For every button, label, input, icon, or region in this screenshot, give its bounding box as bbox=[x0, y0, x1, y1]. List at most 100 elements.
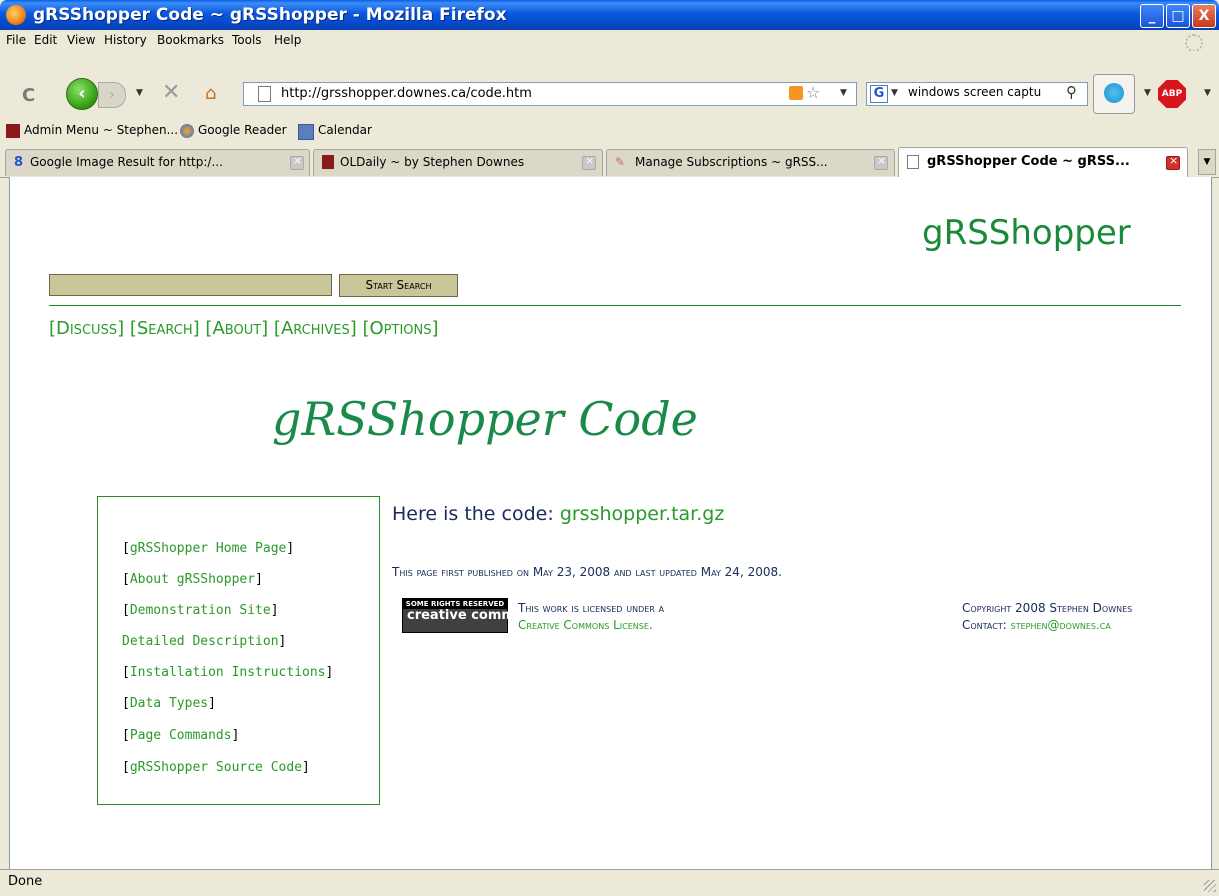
start-search-button[interactable]: Start Search bbox=[339, 274, 458, 297]
license-notice: This work is licensed under a Creative C… bbox=[518, 600, 664, 634]
url-text[interactable]: http://grsshopper.downes.ca/code.htm bbox=[281, 86, 532, 101]
sidebar-link[interactable]: About gRSShopper bbox=[130, 572, 255, 587]
url-dropdown-icon[interactable]: ▼ bbox=[840, 88, 847, 98]
stephen-favicon-icon bbox=[6, 124, 20, 138]
sidebar-link[interactable]: gRSShopper Source Code bbox=[130, 760, 302, 775]
site-brand[interactable]: gRSShopper bbox=[922, 213, 1131, 253]
sidebar-item-installation: [Installation Instructions] bbox=[122, 665, 334, 680]
google-icon[interactable]: G bbox=[870, 85, 888, 103]
sidebar-link[interactable]: Detailed Description bbox=[122, 634, 279, 649]
header-divider bbox=[49, 305, 1181, 306]
tab-grsshopper-code[interactable]: gRSShopper Code ~ gRSS... bbox=[898, 147, 1188, 178]
menu-file[interactable]: File bbox=[6, 33, 26, 47]
copyright-text: Copyright 2008 Stephen Downes bbox=[962, 601, 1133, 615]
title-bar: gRSShopper Code ~ gRSShopper - Mozilla F… bbox=[0, 0, 1219, 30]
magnifier-icon[interactable]: ⚲ bbox=[1066, 83, 1077, 101]
contact-label: Contact: bbox=[962, 618, 1007, 632]
publication-info: This page first published on May 23, 200… bbox=[392, 565, 782, 579]
sidebar-item-home: [gRSShopper Home Page] bbox=[122, 541, 295, 556]
nav-search[interactable]: Search bbox=[137, 318, 193, 339]
nav-about[interactable]: About bbox=[212, 318, 261, 339]
tab-label: gRSShopper Code ~ gRSS... bbox=[927, 154, 1130, 169]
browser-window: gRSShopper Code ~ gRSShopper - Mozilla F… bbox=[0, 0, 1219, 896]
tab-manage-subscriptions[interactable]: ✎ Manage Subscriptions ~ gRSS... bbox=[606, 149, 895, 176]
rss-icon[interactable] bbox=[789, 86, 803, 100]
window-title: gRSShopper Code ~ gRSShopper - Mozilla F… bbox=[33, 5, 507, 25]
nav-discuss[interactable]: Discuss bbox=[56, 318, 117, 339]
tab-close-icon[interactable] bbox=[582, 154, 596, 170]
sidebar-item-demo: [Demonstration Site] bbox=[122, 603, 279, 618]
sidebar-link[interactable]: Data Types bbox=[130, 696, 208, 711]
nav-archives[interactable]: Archives bbox=[281, 318, 350, 339]
url-bar[interactable]: http://grsshopper.downes.ca/code.htm bbox=[243, 82, 857, 106]
stop-icon[interactable]: ✕ bbox=[162, 80, 180, 105]
menu-tools[interactable]: Tools bbox=[232, 33, 262, 47]
code-prefix: Here is the code: bbox=[392, 503, 554, 525]
menu-view[interactable]: View bbox=[67, 33, 95, 47]
skype-dropdown-icon[interactable]: ▼ bbox=[1144, 88, 1151, 98]
sidebar-link[interactable]: gRSShopper Home Page bbox=[130, 541, 287, 556]
sidebar-link[interactable]: Page Commands bbox=[130, 728, 232, 743]
bookmark-google-reader[interactable]: Google Reader bbox=[198, 123, 287, 137]
menu-bookmarks[interactable]: Bookmarks bbox=[157, 33, 224, 47]
tab-oldaily[interactable]: OLDaily ~ by Stephen Downes bbox=[313, 149, 603, 176]
tab-close-icon[interactable] bbox=[290, 154, 304, 170]
code-line: Here is the code: grsshopper.tar.gz bbox=[392, 503, 724, 525]
license-link[interactable]: Creative Commons License. bbox=[518, 617, 664, 634]
tab-close-icon[interactable] bbox=[1166, 154, 1180, 170]
bookmark-admin-menu[interactable]: Admin Menu ~ Stephen... bbox=[24, 123, 178, 137]
contact-email-link[interactable]: stephen@downes.ca bbox=[1011, 618, 1111, 632]
menu-help[interactable]: Help bbox=[274, 33, 301, 47]
reload-icon[interactable]: C bbox=[22, 85, 35, 106]
sidebar-link[interactable]: Installation Instructions bbox=[130, 665, 326, 680]
forward-button[interactable]: › bbox=[98, 82, 126, 108]
tab-list-dropdown-icon[interactable]: ▼ bbox=[1198, 149, 1216, 175]
tab-close-icon[interactable] bbox=[874, 154, 888, 170]
top-navigation: [Discuss] [Search] [About] [Archives] [O… bbox=[49, 318, 439, 339]
throbber-icon bbox=[1185, 34, 1203, 52]
page-title: gRSShopper Code bbox=[272, 392, 698, 446]
code-download-link[interactable]: grsshopper.tar.gz bbox=[560, 503, 725, 525]
maximize-button[interactable]: □ bbox=[1166, 4, 1190, 28]
home-icon[interactable]: ⌂ bbox=[205, 83, 216, 104]
calendar-icon bbox=[298, 124, 314, 140]
nav-options[interactable]: Options bbox=[370, 318, 432, 339]
google-icon: 8 bbox=[14, 155, 24, 170]
history-dropdown-icon[interactable]: ▼ bbox=[136, 88, 143, 98]
stephen-favicon-icon bbox=[322, 155, 334, 169]
sidebar-item-data-types: [Data Types] bbox=[122, 696, 216, 711]
tab-google-image[interactable]: 8 Google Image Result for http:/... bbox=[5, 149, 310, 176]
google-reader-icon bbox=[180, 124, 194, 138]
star-icon[interactable]: ☆ bbox=[806, 83, 820, 102]
back-button[interactable]: ‹ bbox=[66, 78, 98, 110]
resize-grip-icon[interactable] bbox=[1204, 880, 1216, 892]
pencil-icon: ✎ bbox=[615, 155, 626, 169]
site-search-input[interactable] bbox=[49, 274, 332, 296]
status-bar bbox=[0, 869, 1219, 896]
status-text: Done bbox=[8, 874, 43, 889]
license-prefix: This work is licensed under a bbox=[518, 601, 665, 615]
sidebar-item-about: [About gRSShopper] bbox=[122, 572, 263, 587]
search-engine-dropdown-icon[interactable]: ▼ bbox=[891, 88, 898, 98]
minimize-button[interactable]: _ bbox=[1140, 4, 1164, 28]
sidebar-item-description: Detailed Description] bbox=[122, 634, 287, 649]
skype-icon[interactable] bbox=[1093, 74, 1135, 114]
close-button[interactable]: X bbox=[1192, 4, 1216, 28]
sidebar-link[interactable]: Demonstration Site bbox=[130, 603, 271, 618]
copyright-notice: Copyright 2008 Stephen Downes Contact: s… bbox=[962, 600, 1132, 634]
firefox-icon bbox=[6, 5, 26, 25]
page-icon bbox=[907, 155, 919, 169]
tab-label: OLDaily ~ by Stephen Downes bbox=[340, 155, 525, 169]
bookmark-calendar[interactable]: Calendar bbox=[318, 123, 372, 137]
page-icon bbox=[258, 86, 271, 102]
tab-label: Manage Subscriptions ~ gRSS... bbox=[635, 155, 828, 169]
menu-edit[interactable]: Edit bbox=[34, 33, 57, 47]
adblock-dropdown-icon[interactable]: ▼ bbox=[1204, 88, 1211, 98]
tab-label: Google Image Result for http:/... bbox=[30, 155, 223, 169]
sidebar-item-source-code: [gRSShopper Source Code] bbox=[122, 760, 310, 775]
sidebar-item-page-commands: [Page Commands] bbox=[122, 728, 240, 743]
menu-history[interactable]: History bbox=[104, 33, 147, 47]
menu-bar: File Edit View History Bookmarks Tools H… bbox=[0, 30, 1219, 51]
creative-commons-badge[interactable]: SOME RIGHTS RESERVED creative commons bbox=[402, 598, 541, 633]
search-input[interactable]: windows screen captu bbox=[908, 85, 1041, 99]
